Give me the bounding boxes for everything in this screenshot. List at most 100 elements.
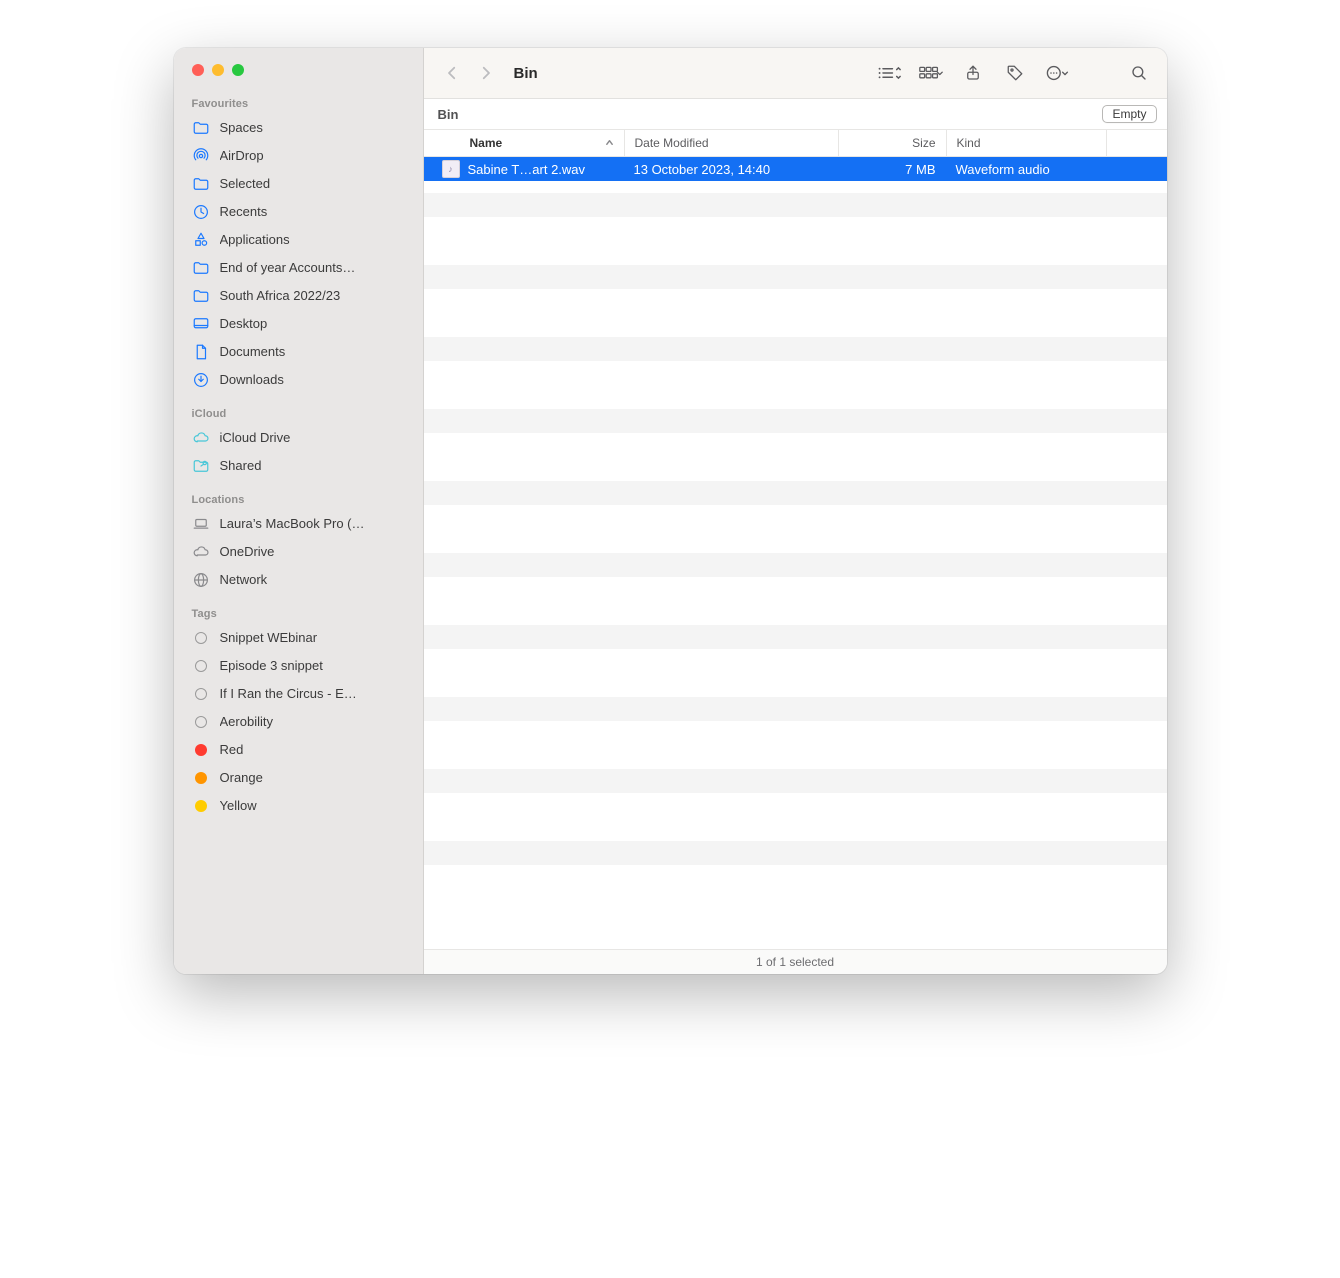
file-list[interactable]: ♪ Sabine T…art 2.wav 13 October 2023, 14:4… bbox=[424, 157, 1167, 949]
main-pane: Bin bbox=[424, 48, 1167, 974]
sort-indicator bbox=[605, 136, 614, 150]
sidebar-item[interactable]: Laura’s MacBook Pro (… bbox=[184, 510, 413, 538]
sidebar-item[interactable]: Downloads bbox=[184, 366, 413, 394]
sidebar-item[interactable]: Spaces bbox=[184, 114, 413, 142]
chevron-right-icon bbox=[477, 64, 495, 82]
tag-icon bbox=[1006, 64, 1024, 82]
empty-row bbox=[424, 373, 1167, 397]
sharefolder-icon bbox=[192, 457, 210, 475]
empty-row bbox=[424, 553, 1167, 577]
view-mode-button[interactable] bbox=[875, 59, 903, 87]
file-icon: ♪ bbox=[442, 160, 460, 178]
sidebar-item-label: Desktop bbox=[220, 315, 405, 333]
column-header-name[interactable]: Name bbox=[424, 130, 624, 156]
sidebar-item[interactable]: Network bbox=[184, 566, 413, 594]
sidebar-item[interactable]: Applications bbox=[184, 226, 413, 254]
sidebar-item[interactable]: Documents bbox=[184, 338, 413, 366]
empty-row bbox=[424, 625, 1167, 649]
location-name: Bin bbox=[438, 107, 459, 122]
more-actions-button[interactable] bbox=[1043, 59, 1071, 87]
chevron-left-icon bbox=[443, 64, 461, 82]
empty-row bbox=[424, 769, 1167, 793]
status-bar: 1 of 1 selected bbox=[424, 949, 1167, 974]
folder-icon bbox=[192, 175, 210, 193]
empty-trash-button[interactable]: Empty bbox=[1102, 105, 1156, 123]
table-row[interactable]: ♪ Sabine T…art 2.wav 13 October 2023, 14:4… bbox=[424, 157, 1167, 181]
status-text: 1 of 1 selected bbox=[756, 955, 834, 969]
cloud-icon bbox=[192, 543, 210, 561]
column-header-size[interactable]: Size bbox=[838, 130, 946, 156]
back-button[interactable] bbox=[438, 59, 466, 87]
chevron-up-icon bbox=[605, 138, 614, 147]
column-header-label: Date Modified bbox=[635, 136, 709, 150]
tag-color-icon bbox=[195, 716, 207, 728]
laptop-icon bbox=[192, 515, 210, 533]
sidebar-item-label: If I Ran the Circus - E… bbox=[220, 685, 405, 703]
cell-kind: Waveform audio bbox=[946, 162, 1106, 177]
airdrop-icon bbox=[192, 147, 210, 165]
sidebar-section: Tags Snippet WEbinar Episode 3 snippet If I… bbox=[184, 608, 413, 820]
toolbar: Bin bbox=[424, 48, 1167, 99]
empty-row bbox=[424, 229, 1167, 253]
clock-icon bbox=[192, 203, 210, 221]
sidebar-item-label: End of year Accounts… bbox=[220, 259, 405, 277]
sidebar-item[interactable]: Aerobility bbox=[184, 708, 413, 736]
sidebar-item-label: Downloads bbox=[220, 371, 405, 389]
column-header-label: Kind bbox=[957, 136, 981, 150]
sidebar-section: iCloudiCloud DriveShared bbox=[184, 408, 413, 480]
sidebar-section: FavouritesSpacesAirDropSelectedRecentsAp… bbox=[184, 98, 413, 394]
fullscreen-window-button[interactable] bbox=[232, 64, 244, 76]
sidebar-item-label: Recents bbox=[220, 203, 405, 221]
tag-color-icon bbox=[195, 632, 207, 644]
sidebar-item[interactable]: Recents bbox=[184, 198, 413, 226]
group-by-button[interactable] bbox=[917, 59, 945, 87]
sidebar-item[interactable]: Orange bbox=[184, 764, 413, 792]
sidebar-item[interactable]: Desktop bbox=[184, 310, 413, 338]
sidebar-item-label: OneDrive bbox=[220, 543, 405, 561]
cell-date: 13 October 2023, 14:40 bbox=[624, 162, 838, 177]
tag-color-icon bbox=[195, 688, 207, 700]
sidebar-item[interactable]: OneDrive bbox=[184, 538, 413, 566]
location-bar: Bin Empty bbox=[424, 99, 1167, 130]
sidebar-item[interactable]: Shared bbox=[184, 452, 413, 480]
sidebar-item-label: Orange bbox=[220, 769, 405, 787]
sidebar-section: LocationsLaura’s MacBook Pro (…OneDriveN… bbox=[184, 494, 413, 594]
grid-group-icon bbox=[919, 64, 943, 82]
sidebar-item[interactable]: Episode 3 snippet bbox=[184, 652, 413, 680]
share-button[interactable] bbox=[959, 59, 987, 87]
sidebar-item[interactable]: Selected bbox=[184, 170, 413, 198]
file-name: Sabine T…art 2.wav bbox=[468, 162, 586, 177]
sidebar-item[interactable]: AirDrop bbox=[184, 142, 413, 170]
column-header-kind[interactable]: Kind bbox=[946, 130, 1106, 156]
cell-size: 7 MB bbox=[838, 162, 946, 177]
sidebar-item[interactable]: South Africa 2022/23 bbox=[184, 282, 413, 310]
sidebar-item[interactable]: If I Ran the Circus - E… bbox=[184, 680, 413, 708]
empty-row bbox=[424, 337, 1167, 361]
sidebar-item[interactable]: Yellow bbox=[184, 792, 413, 820]
minimize-window-button[interactable] bbox=[212, 64, 224, 76]
sidebar-item-label: Snippet WEbinar bbox=[220, 629, 405, 647]
sidebar-item[interactable]: Snippet WEbinar bbox=[184, 624, 413, 652]
column-header-date[interactable]: Date Modified bbox=[624, 130, 838, 156]
sidebar-item[interactable]: End of year Accounts… bbox=[184, 254, 413, 282]
sidebar-item[interactable]: iCloud Drive bbox=[184, 424, 413, 452]
sidebar-item-label: Laura’s MacBook Pro (… bbox=[220, 515, 405, 533]
search-button[interactable] bbox=[1125, 59, 1153, 87]
column-headers: Name Date Modified Size Kind bbox=[424, 130, 1167, 157]
sidebar-heading: Tags bbox=[184, 608, 413, 624]
globe-icon bbox=[192, 571, 210, 589]
forward-button[interactable] bbox=[472, 59, 500, 87]
sidebar-item-label: Red bbox=[220, 741, 405, 759]
desktop-icon bbox=[192, 315, 210, 333]
sidebar-item[interactable]: Red bbox=[184, 736, 413, 764]
folder-icon bbox=[192, 259, 210, 277]
empty-row bbox=[424, 301, 1167, 325]
sidebar-item-label: Yellow bbox=[220, 797, 405, 815]
sidebar-item-label: Applications bbox=[220, 231, 405, 249]
cell-name: ♪ Sabine T…art 2.wav bbox=[424, 160, 624, 178]
sidebar-item-label: Spaces bbox=[220, 119, 405, 137]
tag-color-icon bbox=[195, 800, 207, 812]
tags-button[interactable] bbox=[1001, 59, 1029, 87]
cloud-icon bbox=[192, 429, 210, 447]
close-window-button[interactable] bbox=[192, 64, 204, 76]
